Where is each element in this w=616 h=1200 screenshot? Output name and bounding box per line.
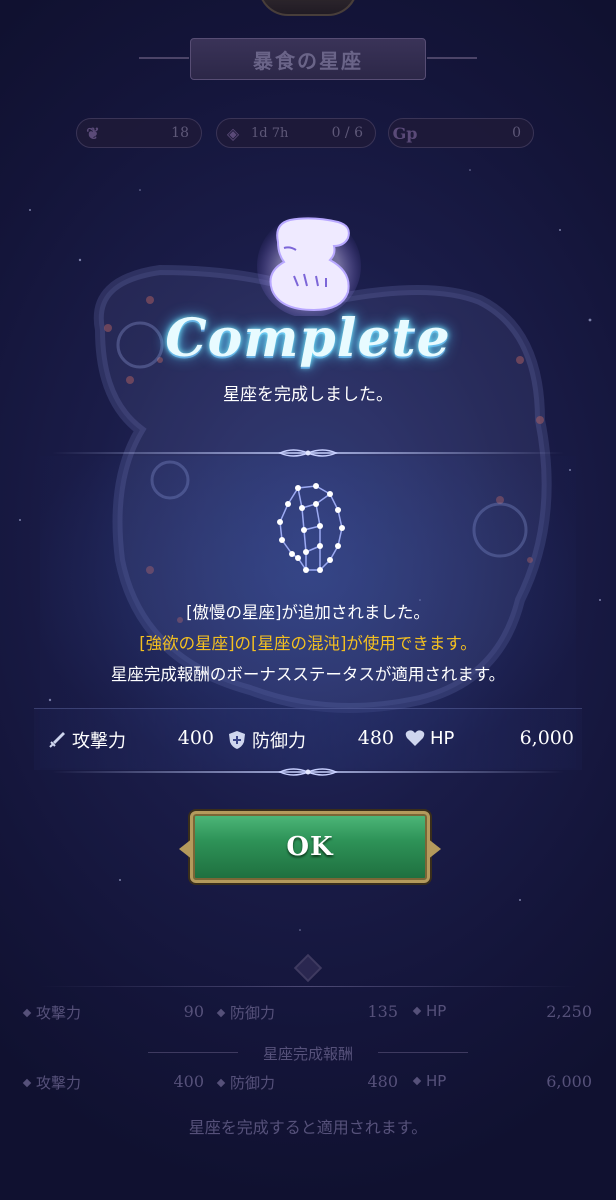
bonus-defense: 防御力 bbox=[226, 727, 306, 753]
page-title: 暴食の星座 bbox=[139, 38, 477, 80]
clover-icon: ❦ bbox=[86, 123, 100, 143]
heart-icon bbox=[404, 727, 426, 749]
bonus-stats-row: 攻撃力 400 防御力 480 HP 6,000 bbox=[34, 708, 582, 770]
ornament-icon bbox=[278, 449, 338, 457]
message-added: [傲慢の星座]が追加されました。 bbox=[186, 603, 430, 622]
reward-attack: 攻撃力 bbox=[22, 1072, 82, 1093]
reward-section-label: 星座完成報酬 bbox=[0, 1043, 616, 1064]
points-stat: ❦ 18 bbox=[76, 118, 202, 148]
reward-hp-value: 6,000 bbox=[546, 1072, 592, 1091]
completion-note: 星座を完成すると適用されます。 bbox=[188, 1118, 428, 1137]
gp-value: 0 bbox=[512, 125, 521, 141]
current-hp: HP bbox=[412, 1002, 447, 1020]
current-defense: 防御力 bbox=[216, 1002, 276, 1023]
gem-icon: ◈ bbox=[226, 123, 240, 143]
bonus-hp-label: HP bbox=[430, 727, 455, 749]
message-unlocked: [強欲の星座]の[星座の混沌]が使用できます。 bbox=[139, 634, 477, 653]
complete-title: Complete bbox=[165, 308, 451, 369]
reward-hp: HP bbox=[412, 1072, 447, 1090]
ok-button[interactable]: OK bbox=[190, 811, 430, 883]
current-attack-label: 攻撃力 bbox=[36, 1004, 82, 1022]
bonus-defense-label: 防御力 bbox=[252, 731, 306, 752]
current-defense-value: 135 bbox=[367, 1002, 398, 1021]
bonus-attack-value: 400 bbox=[177, 727, 214, 749]
current-hp-value: 2,250 bbox=[546, 1002, 592, 1021]
gp-icon: Gp bbox=[392, 123, 418, 143]
bonus-attack-label: 攻撃力 bbox=[72, 731, 126, 752]
reward-defense-label: 防御力 bbox=[230, 1074, 276, 1092]
divider bbox=[40, 986, 576, 987]
reward-attack-label: 攻撃力 bbox=[36, 1074, 82, 1092]
divider bbox=[52, 768, 564, 776]
bonus-attack: 攻撃力 bbox=[46, 727, 126, 753]
header-emblem bbox=[258, 0, 358, 16]
timer-value: 1d 7h bbox=[251, 125, 289, 141]
complete-subtitle: 星座を完成しました。 bbox=[223, 385, 393, 405]
progress-stat: ◈ 1d 7h 0 / 6 bbox=[216, 118, 376, 148]
sword-icon bbox=[46, 729, 68, 751]
message-bonus: 星座完成報酬のボーナスステータスが適用されます。 bbox=[110, 665, 506, 684]
reward-attack-value: 400 bbox=[173, 1072, 204, 1091]
reward-defense: 防御力 bbox=[216, 1072, 276, 1093]
reward-hp-label: HP bbox=[426, 1072, 447, 1090]
constellation-icon bbox=[277, 483, 345, 573]
divider bbox=[52, 449, 564, 457]
boar-emblem-icon bbox=[257, 214, 361, 316]
current-attack-value: 90 bbox=[183, 1002, 204, 1021]
diamond-ornament-icon bbox=[293, 953, 323, 983]
current-attack: 攻撃力 bbox=[22, 1002, 82, 1023]
current-defense-label: 防御力 bbox=[230, 1004, 276, 1022]
bonus-hp: HP bbox=[404, 727, 454, 749]
points-value: 18 bbox=[171, 125, 189, 141]
progress-value: 0 / 6 bbox=[331, 125, 363, 141]
reward-defense-value: 480 bbox=[367, 1072, 398, 1091]
bonus-hp-value: 6,000 bbox=[519, 727, 574, 749]
shield-icon bbox=[226, 729, 248, 751]
bonus-defense-value: 480 bbox=[357, 727, 394, 749]
gp-stat: Gp 0 bbox=[388, 118, 534, 148]
ornament-icon bbox=[278, 768, 338, 776]
current-hp-label: HP bbox=[426, 1002, 447, 1020]
